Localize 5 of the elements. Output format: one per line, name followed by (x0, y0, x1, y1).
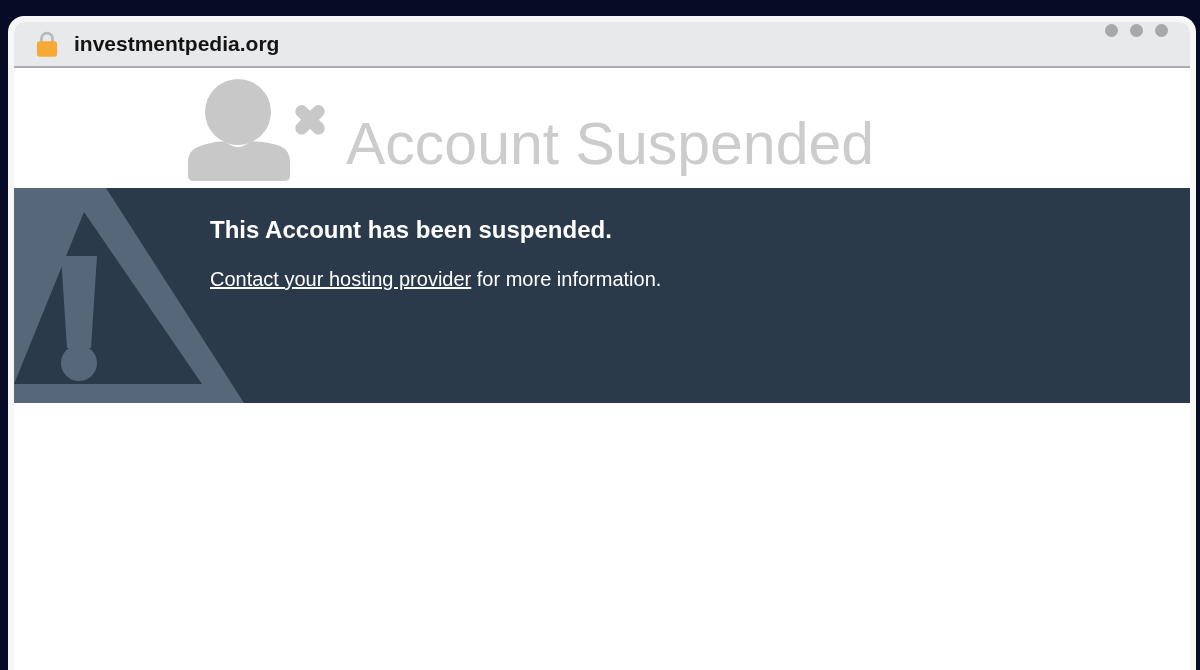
lock-icon (36, 31, 58, 57)
url-text: investmentpedia.org (74, 32, 280, 56)
hosting-provider-link[interactable]: Contact your hosting provider (210, 267, 472, 290)
notice-heading: This Account has been suspended. (210, 216, 613, 245)
info-text: Contact your hosting provider for more information. (210, 266, 662, 291)
